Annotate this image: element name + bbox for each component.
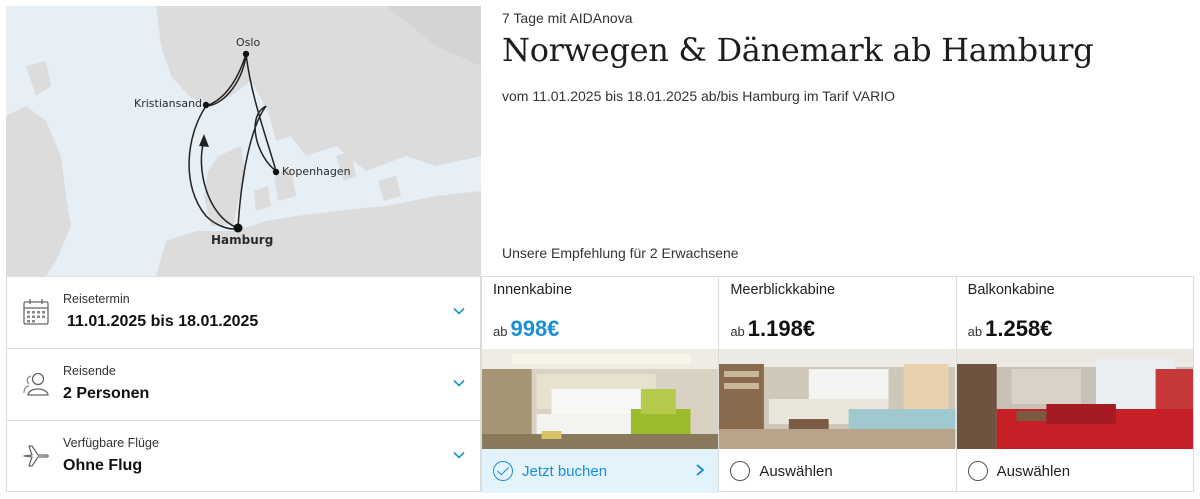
cabin-seaview[interactable]: Meerblickkabine ab 1.198€ Auswählen bbox=[718, 277, 956, 493]
recommendation-text: Unsere Empfehlung für 2 Erwachsene bbox=[502, 245, 739, 261]
travelers-icon bbox=[23, 372, 49, 396]
port-label-oslo: Oslo bbox=[236, 36, 261, 49]
cabin-name: Innenkabine bbox=[493, 282, 573, 298]
port-label-hamburg: Hamburg bbox=[211, 233, 274, 247]
flights-selector[interactable]: Verfügbare Flüge Ohne Flug bbox=[7, 421, 480, 493]
cabin-options: Innenkabine ab 998€ Jetzt buchen Meerbli… bbox=[481, 276, 1194, 493]
page-title: Norwegen & Dänemark ab Hamburg bbox=[502, 31, 1094, 69]
route-map: Oslo Kristiansand Kopenhagen Hamburg bbox=[6, 6, 481, 276]
select-label: Auswählen bbox=[759, 462, 833, 480]
cruise-subtitle: 7 Tage mit AIDAnova bbox=[502, 10, 633, 26]
price-amount: 998€ bbox=[510, 316, 560, 341]
select-seaview-button[interactable]: Auswählen bbox=[719, 449, 955, 493]
cabin-photo bbox=[482, 349, 719, 449]
booking-selectors: Reisetermin 11.01.2025 bis 18.01.2025 Re… bbox=[6, 276, 481, 492]
calendar-icon bbox=[23, 299, 49, 325]
cabin-price: ab 998€ bbox=[493, 316, 559, 342]
cabin-inside[interactable]: Innenkabine ab 998€ Jetzt buchen bbox=[481, 277, 719, 493]
travelers-label: Reisende bbox=[63, 364, 116, 378]
cabin-photo bbox=[956, 349, 1193, 449]
check-circle-icon bbox=[493, 461, 513, 481]
price-amount: 1.258€ bbox=[985, 316, 1053, 341]
travel-date-selector[interactable]: Reisetermin 11.01.2025 bis 18.01.2025 bbox=[7, 277, 480, 349]
cabin-name: Balkonkabine bbox=[967, 282, 1055, 298]
chevron-right-icon bbox=[696, 464, 705, 476]
select-label: Auswählen bbox=[996, 462, 1071, 480]
travel-date-value: 11.01.2025 bis 18.01.2025 bbox=[67, 313, 259, 330]
price-prefix: ab bbox=[493, 324, 508, 339]
cabin-balcony[interactable]: Balkonkabine ab 1.258€ Auswählen bbox=[955, 277, 1193, 493]
port-label-kopenhagen: Kopenhagen bbox=[282, 165, 351, 178]
cabin-photo bbox=[719, 349, 956, 449]
flights-value: Ohne Flug bbox=[63, 457, 143, 474]
radio-icon bbox=[730, 461, 751, 481]
select-balcony-button[interactable]: Auswählen bbox=[957, 449, 1193, 493]
travelers-value: 2 Personen bbox=[63, 385, 150, 402]
flights-label: Verfügbare Flüge bbox=[63, 436, 159, 450]
book-now-button[interactable]: Jetzt buchen bbox=[482, 449, 719, 493]
airplane-icon bbox=[23, 445, 49, 467]
cabin-name: Meerblickkabine bbox=[730, 282, 836, 298]
cruise-description: vom 11.01.2025 bis 18.01.2025 ab/bis Ham… bbox=[502, 88, 895, 104]
port-label-kristiansand: Kristiansand bbox=[134, 97, 203, 110]
price-amount: 1.198€ bbox=[747, 316, 816, 341]
price-prefix: ab bbox=[730, 324, 745, 339]
price-prefix: ab bbox=[967, 324, 983, 339]
chevron-down-icon bbox=[453, 451, 465, 459]
travel-date-label: Reisetermin bbox=[63, 292, 130, 306]
book-now-label: Jetzt buchen bbox=[522, 462, 608, 480]
cabin-price: ab 1.258€ bbox=[968, 316, 1053, 342]
cabin-price: ab 1.198€ bbox=[730, 316, 815, 342]
chevron-down-icon bbox=[453, 379, 465, 387]
travelers-selector[interactable]: Reisende 2 Personen bbox=[7, 349, 480, 421]
chevron-down-icon bbox=[453, 307, 465, 315]
radio-icon bbox=[967, 461, 988, 481]
